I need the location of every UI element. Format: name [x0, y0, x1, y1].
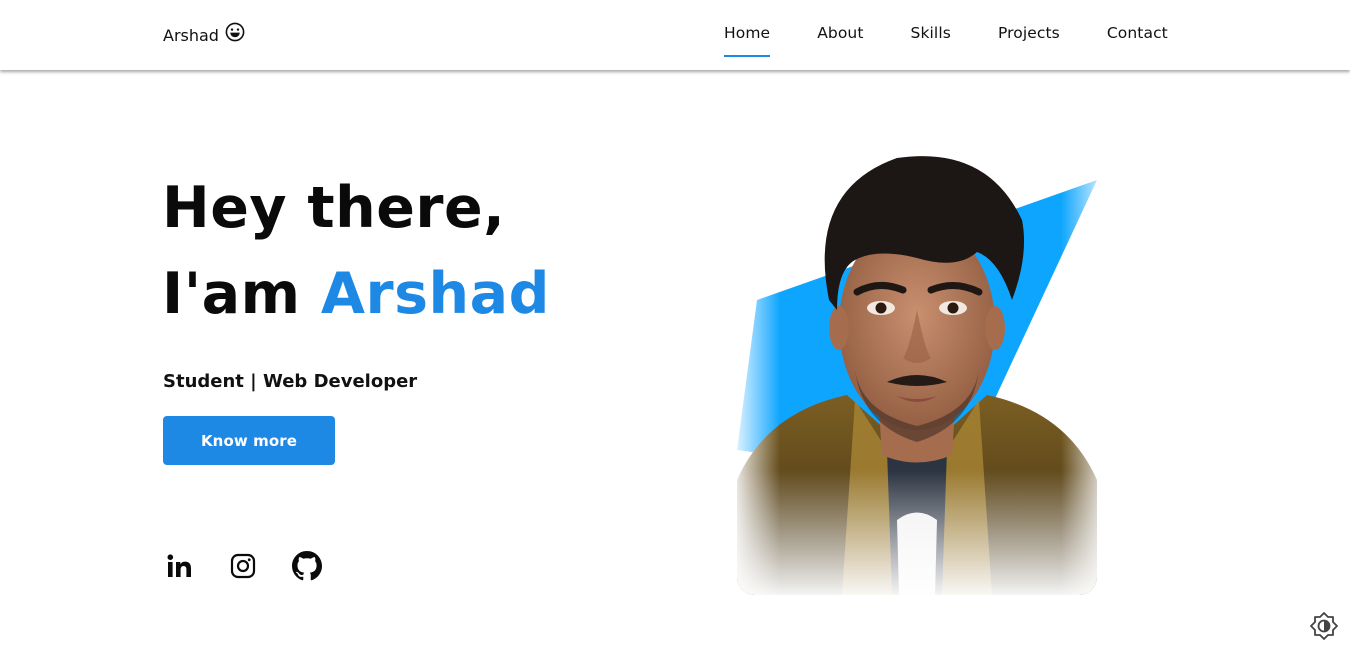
- profile-portrait: [737, 150, 1097, 595]
- nav-link-skills[interactable]: Skills: [911, 24, 951, 57]
- nav-link-about[interactable]: About: [817, 24, 863, 57]
- nav-links: Home About Skills Projects Contact: [724, 24, 1168, 57]
- top-navbar: Arshad Home About Skills Projects Contac…: [0, 0, 1350, 70]
- instagram-icon: [230, 553, 256, 579]
- know-more-button[interactable]: Know more: [163, 416, 335, 465]
- github-icon: [292, 551, 322, 581]
- hero-heading: Hey there, I'am Arshad: [162, 165, 550, 337]
- nav-link-home[interactable]: Home: [724, 24, 771, 57]
- brand-link[interactable]: Arshad: [163, 22, 245, 45]
- brightness-toggle-icon[interactable]: [1309, 611, 1339, 641]
- github-link[interactable]: [291, 550, 323, 582]
- hero-subtitle: Student | Web Developer: [163, 371, 418, 392]
- hero-intro-prefix: I'am: [162, 261, 301, 327]
- nav-link-projects[interactable]: Projects: [998, 24, 1060, 57]
- brand-name: Arshad: [163, 26, 219, 45]
- social-links: [163, 550, 355, 582]
- instagram-link[interactable]: [227, 550, 259, 582]
- linkedin-icon: [167, 554, 191, 577]
- hero-name: Arshad: [320, 261, 550, 327]
- linkedin-link[interactable]: [163, 550, 195, 582]
- grinning-face-icon: [225, 22, 245, 42]
- hero-greeting: Hey there,: [162, 175, 506, 241]
- nav-link-contact[interactable]: Contact: [1107, 24, 1168, 57]
